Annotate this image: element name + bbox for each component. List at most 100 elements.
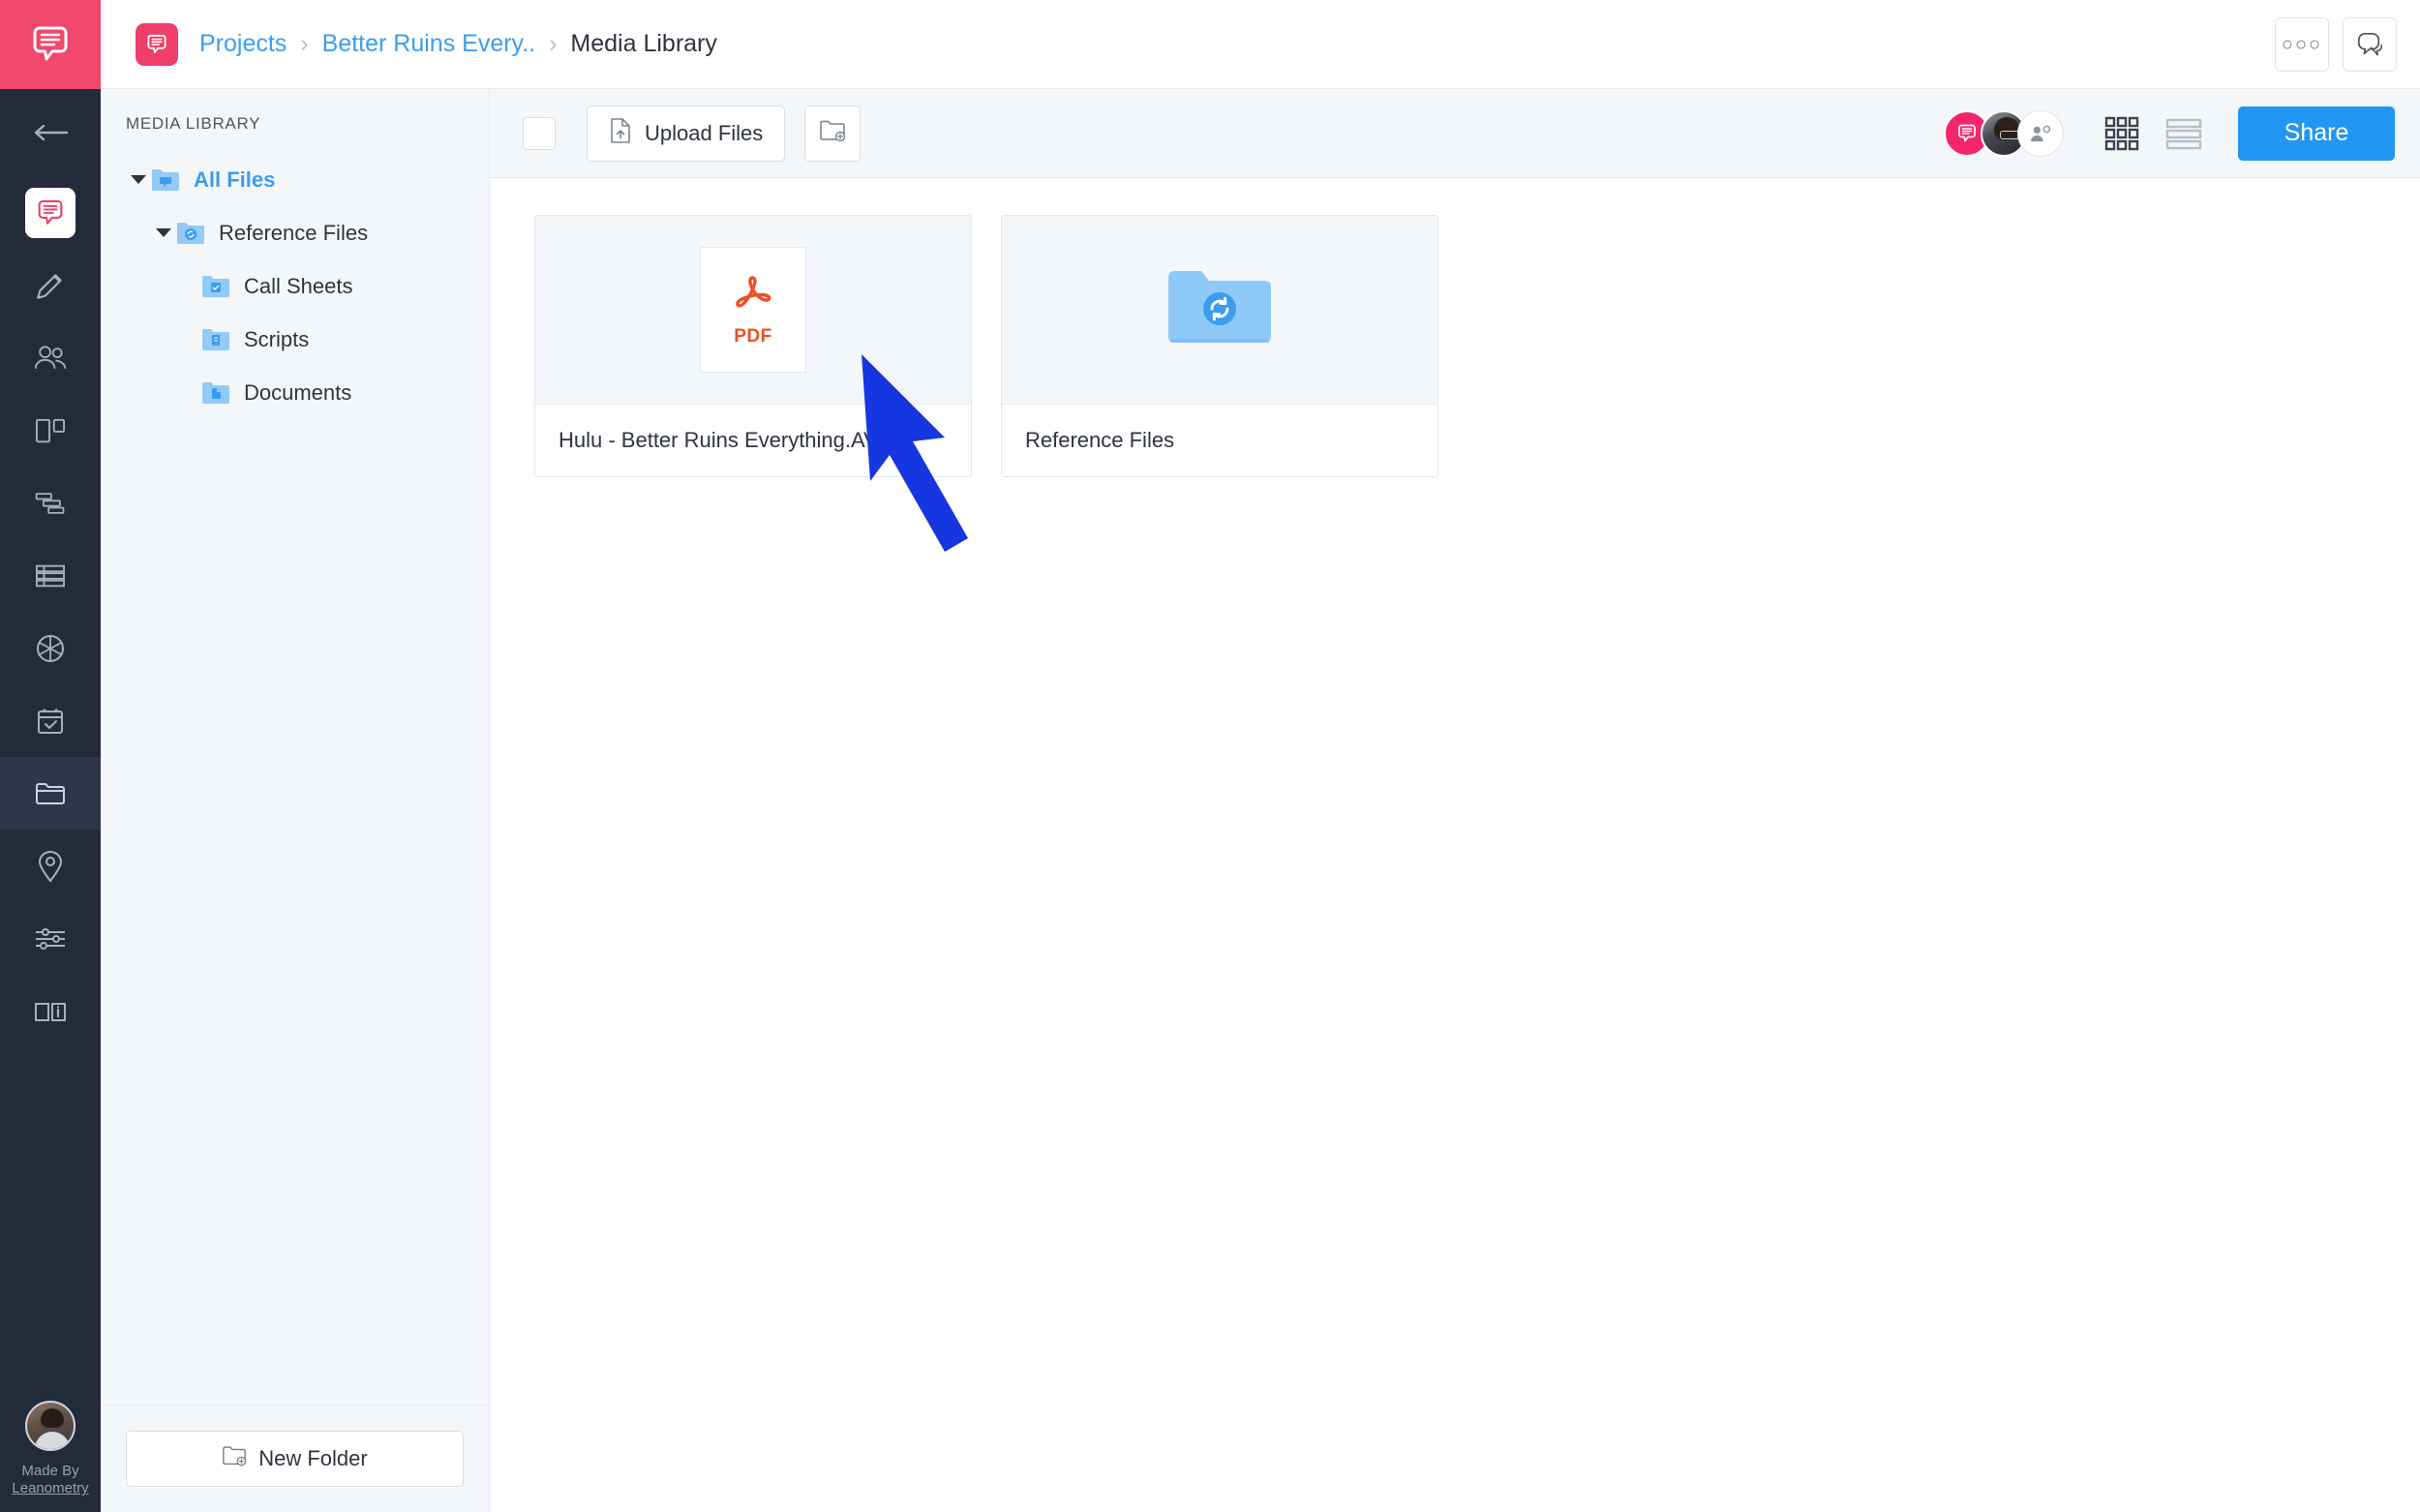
upload-files-button[interactable]: Upload Files (587, 105, 786, 162)
tree-item-label: Reference Files (219, 220, 369, 245)
pdf-file-icon: PDF (700, 247, 806, 373)
chevron-down-icon[interactable] (151, 228, 176, 237)
rail-footer: Made By Leanometry (0, 1400, 101, 1499)
tree-item-label: Call Sheets (244, 273, 353, 298)
folder-card-reference-files[interactable]: Reference Files (1001, 215, 1438, 477)
rail-item-messages[interactable] (0, 176, 101, 249)
body-row: MEDIA LIBRARY All Files Reference Files … (101, 89, 2420, 1512)
rail-item-calendar[interactable] (0, 684, 101, 757)
view-toggle-group (2102, 114, 2203, 153)
breadcrumb-projects[interactable]: Projects (199, 30, 287, 58)
tree-item-call-sheets[interactable]: Call Sheets (101, 259, 489, 313)
back-arrow-icon (34, 124, 69, 141)
sliders-icon (36, 927, 65, 950)
folder-callsheet-icon (201, 274, 230, 299)
rail-item-breakdown[interactable] (0, 539, 101, 612)
file-card-name: Hulu - Better Ruins Everything.AV.pdf (535, 404, 971, 476)
speech-bubble-icon (25, 187, 76, 238)
share-label: Share (2284, 119, 2349, 146)
folder-document-icon (201, 380, 230, 406)
made-by-label: Made By (21, 1462, 79, 1479)
breadcrumb: Projects › Better Ruins Every.. › Media … (199, 30, 717, 58)
calendar-check-icon (38, 708, 63, 734)
avatar-add-collaborator[interactable] (2017, 109, 2064, 157)
pdf-badge-label: PDF (734, 326, 772, 347)
rail-item-settings[interactable] (0, 902, 101, 975)
app-logo[interactable] (0, 0, 101, 89)
new-folder-label: New Folder (258, 1446, 368, 1470)
breadcrumb-separator: › (549, 30, 558, 57)
aperture-icon (37, 634, 64, 662)
rail-item-media-library[interactable] (0, 757, 101, 830)
rail-item-schedule[interactable] (0, 467, 101, 539)
file-upload-icon (609, 117, 632, 150)
people-icon (34, 345, 67, 369)
rows-icon (36, 564, 65, 587)
pencil-icon (37, 273, 62, 299)
more-options-icon: ○○○ (2281, 33, 2323, 55)
made-by-brand[interactable]: Leanometry (12, 1480, 88, 1498)
file-grid: PDF Hulu - Better Ruins Everything.AV.pd… (490, 178, 2420, 1512)
folder-bubble-icon (151, 167, 180, 193)
folder-script-icon (201, 327, 230, 352)
folder-plus-icon (222, 1444, 247, 1473)
folder-thumbnail (1002, 216, 1437, 404)
media-library-tree-panel: MEDIA LIBRARY All Files Reference Files … (101, 89, 490, 1512)
rail-item-shots[interactable] (0, 612, 101, 684)
book-info-icon (35, 1002, 66, 1021)
tree-item-scripts[interactable]: Scripts (101, 313, 489, 366)
folder-sync-icon (176, 221, 205, 246)
folder-card-name: Reference Files (1002, 404, 1437, 476)
rail-item-storyboard[interactable] (0, 394, 101, 467)
user-avatar[interactable] (25, 1400, 76, 1451)
speech-bubble-icon (1958, 124, 1976, 141)
rail-item-locations[interactable] (0, 830, 101, 902)
folder-sync-icon (1168, 271, 1271, 343)
rail-item-cast-crew[interactable] (0, 321, 101, 394)
project-badge[interactable] (136, 22, 178, 66)
speech-bubble-icon (147, 34, 166, 53)
left-nav-rail: Made By Leanometry (0, 0, 101, 1512)
file-thumbnail: PDF (535, 216, 971, 404)
app-root: Made By Leanometry Projects › Better Rui… (0, 0, 2420, 1512)
comment-bubbles-icon (2357, 32, 2382, 56)
breadcrumb-project[interactable]: Better Ruins Every.. (322, 30, 535, 58)
tree-footer: New Folder (101, 1405, 489, 1512)
tree-scroll: MEDIA LIBRARY All Files Reference Files … (101, 89, 489, 1405)
rail-item-help[interactable] (0, 975, 101, 1047)
tree-item-all-files[interactable]: All Files (101, 153, 489, 206)
top-bar: Projects › Better Ruins Every.. › Media … (101, 0, 2420, 89)
comments-button[interactable] (2343, 16, 2397, 72)
tree-item-label: All Files (194, 166, 276, 192)
chevron-down-icon[interactable] (126, 175, 151, 184)
map-pin-icon (38, 850, 63, 883)
folder-icon (36, 782, 65, 804)
tree-item-documents[interactable]: Documents (101, 366, 489, 419)
tree-item-label: Scripts (244, 326, 310, 351)
more-options-button[interactable]: ○○○ (2275, 16, 2329, 72)
gantt-icon (35, 492, 65, 514)
create-folder-button[interactable] (804, 105, 862, 162)
tree-item-label: Documents (244, 379, 352, 405)
content-toolbar: Upload Files Share (490, 89, 2420, 178)
add-user-icon (2031, 125, 2051, 141)
list-view-icon[interactable] (2164, 114, 2203, 153)
breadcrumb-separator: › (300, 30, 309, 57)
grid-view-icon[interactable] (2102, 114, 2141, 153)
new-folder-button[interactable]: New Folder (126, 1431, 464, 1487)
made-by-credit: Made By Leanometry (12, 1463, 88, 1499)
select-all-checkbox[interactable] (523, 116, 556, 150)
collapse-sidebar-button[interactable] (0, 89, 101, 176)
share-button[interactable]: Share (2238, 106, 2395, 161)
file-card-pdf[interactable]: PDF Hulu - Better Ruins Everything.AV.pd… (534, 215, 972, 477)
collaborator-avatars (1944, 109, 2064, 157)
main-column: Projects › Better Ruins Every.. › Media … (101, 0, 2420, 1512)
breadcrumb-current: Media Library (570, 30, 717, 57)
folder-plus-icon (819, 118, 846, 149)
tree-panel-title: MEDIA LIBRARY (126, 114, 261, 133)
content-area: Upload Files Share PDF Hulu - Better Rui… (490, 89, 2420, 1512)
rail-item-script[interactable] (0, 249, 101, 321)
board-columns-icon (36, 418, 65, 442)
upload-files-label: Upload Files (645, 120, 764, 145)
tree-item-reference-files[interactable]: Reference Files (101, 206, 489, 259)
